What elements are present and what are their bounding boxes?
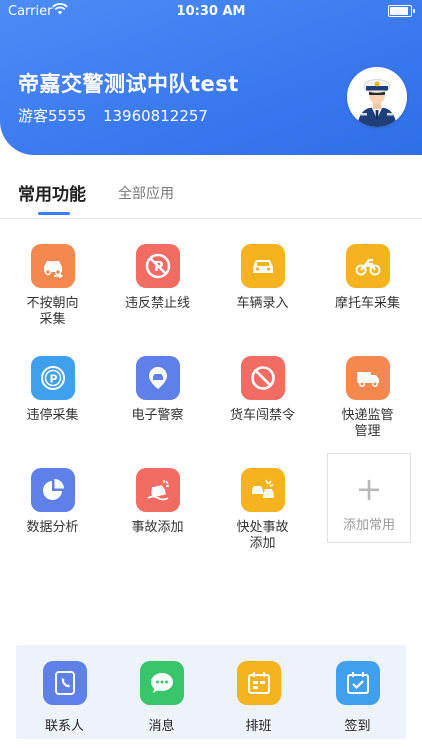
- quick-accident-icon: [240, 468, 285, 512]
- motorcycle-icon: [345, 244, 390, 288]
- add-common-button[interactable]: + 添加常用: [327, 453, 411, 543]
- function-item[interactable]: 货车闯禁令: [210, 342, 315, 424]
- function-item[interactable]: 事故添加: [105, 454, 210, 536]
- delivery-truck-icon: [345, 356, 390, 400]
- tab-common-functions[interactable]: 常用功能: [18, 180, 86, 205]
- bottom-item-checkin[interactable]: 签到: [309, 661, 406, 734]
- user-phone: 13960812257: [102, 107, 208, 125]
- function-label: 电子警察: [131, 408, 184, 423]
- schedule-icon: [236, 661, 281, 705]
- function-label: 事故添加: [131, 520, 184, 535]
- status-time: 10:30 AM: [176, 4, 246, 19]
- avatar[interactable]: [347, 67, 407, 127]
- user-name: 游客5555: [18, 107, 87, 125]
- camera-car-icon: [135, 356, 180, 400]
- police-officer-avatar-icon: [347, 67, 407, 127]
- checkin-icon: [335, 661, 380, 705]
- no-parking-sign-icon: P: [135, 244, 180, 288]
- car-direction-icon: [30, 244, 75, 288]
- function-label: 不按朝向 采集: [26, 296, 79, 327]
- status-bar: Carrier 10:30 AM: [0, 0, 422, 22]
- bottom-label: 消息: [148, 719, 175, 734]
- bottom-toolbar: 联系人 消息 排班 签到: [16, 645, 406, 739]
- function-item[interactable]: 快递监管 管理: [315, 342, 420, 440]
- function-label: 违停采集: [26, 408, 79, 423]
- bottom-item-contacts[interactable]: 联系人: [16, 661, 113, 734]
- function-item[interactable]: 快处事故 添加: [210, 454, 315, 552]
- function-item[interactable]: 电子警察: [105, 342, 210, 424]
- function-item[interactable]: P 违反禁止线: [105, 230, 210, 312]
- function-item[interactable]: 不按朝向 采集: [0, 230, 105, 328]
- car-icon: [240, 244, 285, 288]
- tab-all-apps[interactable]: 全部应用: [118, 183, 174, 203]
- parking-icon: P: [30, 356, 75, 400]
- user-info: 游客5555 13960812257: [18, 105, 208, 126]
- function-item[interactable]: 摩托车采集: [315, 230, 420, 312]
- add-common-label: 添加常用: [342, 518, 395, 533]
- svg-text:P: P: [49, 373, 57, 386]
- prohibited-icon: [240, 356, 285, 400]
- unit-name: 帝嘉交警测试中队test: [18, 72, 239, 96]
- function-label: 货车闯禁令: [229, 408, 295, 423]
- bottom-item-messages[interactable]: 消息: [113, 661, 210, 734]
- accident-icon: [135, 468, 180, 512]
- bottom-label: 签到: [344, 719, 371, 734]
- function-item[interactable]: P 违停采集: [0, 342, 105, 424]
- plus-icon: +: [355, 470, 383, 508]
- function-label: 数据分析: [26, 520, 79, 535]
- function-label: 快递监管 管理: [341, 408, 394, 439]
- bottom-item-schedule[interactable]: 排班: [210, 661, 307, 734]
- function-item[interactable]: 车辆录入: [210, 230, 315, 312]
- function-tabs: 常用功能 全部应用: [0, 168, 422, 219]
- message-icon: [139, 661, 184, 705]
- function-item[interactable]: 数据分析: [0, 454, 105, 536]
- battery-icon: [388, 5, 415, 17]
- function-label: 违反禁止线: [124, 296, 190, 311]
- bottom-label: 排班: [245, 719, 272, 734]
- function-label: 车辆录入: [236, 296, 289, 311]
- bottom-label: 联系人: [44, 719, 84, 734]
- profile-header: Carrier 10:30 AM 帝嘉交警测试中队test 游客5555 139…: [0, 0, 422, 155]
- pie-chart-icon: [30, 468, 75, 512]
- active-tab-indicator: [38, 212, 70, 215]
- contacts-icon: [42, 661, 87, 705]
- function-label: 摩托车采集: [334, 296, 400, 311]
- function-label: 快处事故 添加: [236, 520, 289, 551]
